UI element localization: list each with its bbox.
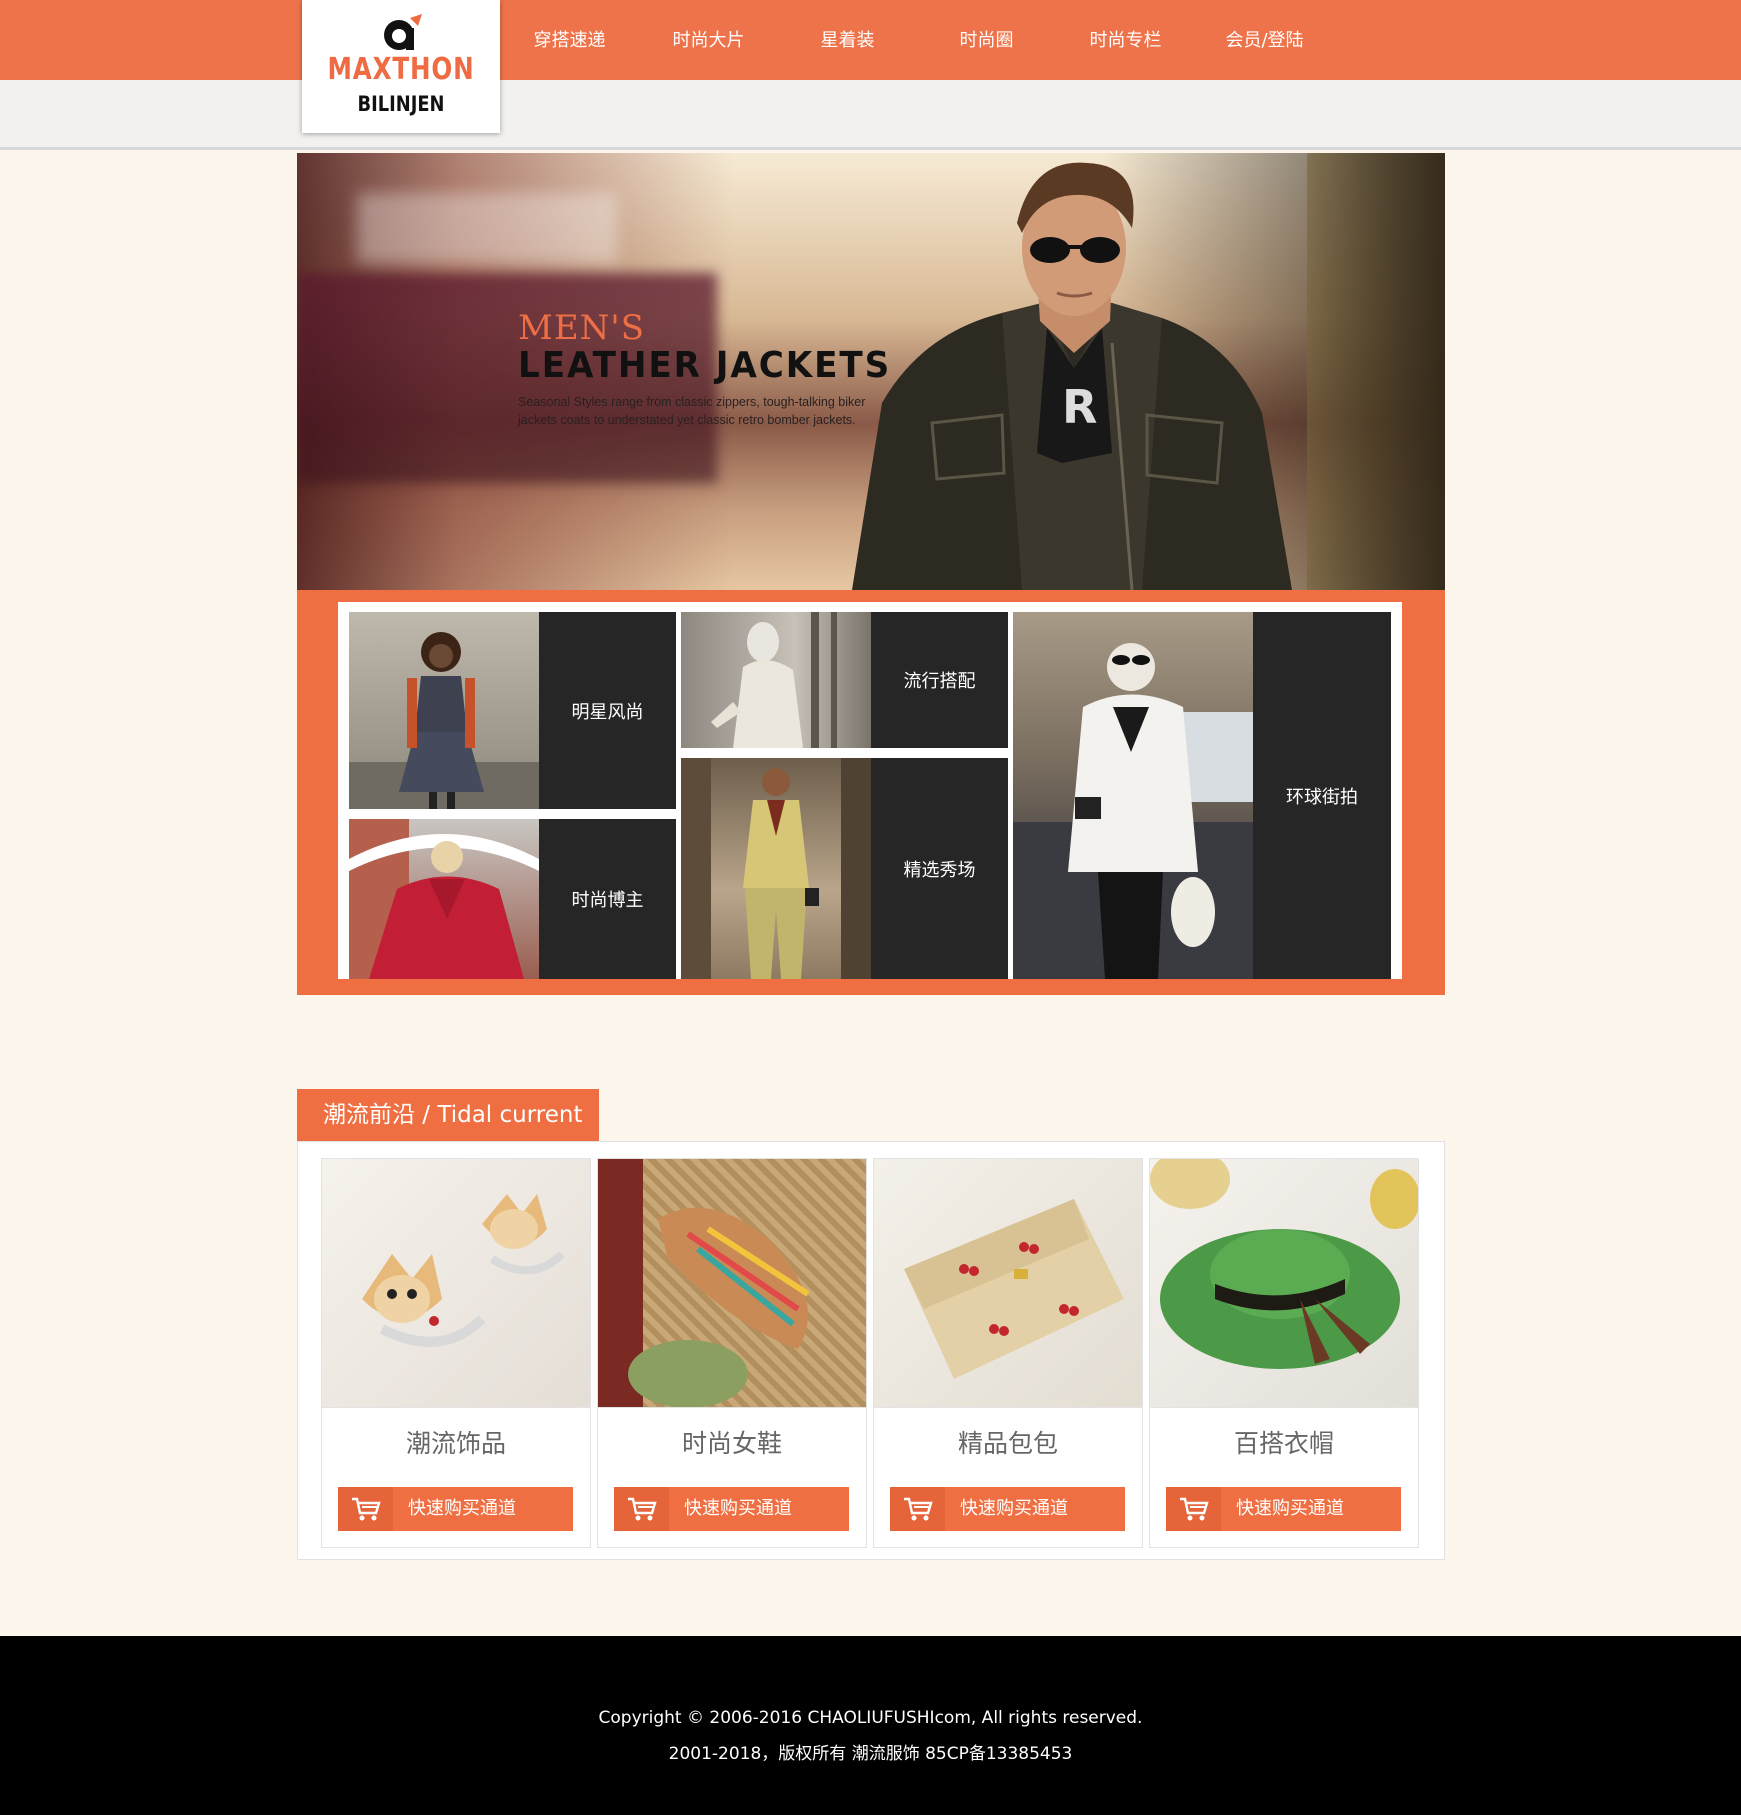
shopping-cart-icon bbox=[1166, 1487, 1221, 1531]
nav-item-outfit-express[interactable]: 穿搭速递 bbox=[500, 0, 639, 80]
banner-description: Seasonal Styles range from classic zippe… bbox=[518, 395, 866, 427]
category-mosaic: 明星风尚 流行搭配 环球街拍 时尚博主 精选秀场 bbox=[297, 590, 1445, 995]
shopping-cart-icon bbox=[338, 1487, 393, 1531]
banner-kicker: MEN'S bbox=[518, 308, 646, 348]
category-label-trend-match: 流行搭配 bbox=[903, 671, 976, 692]
category-tile-fashion-blogger[interactable]: 时尚博主 bbox=[349, 819, 676, 979]
header-sub-bar bbox=[0, 80, 1741, 150]
shopping-cart-icon bbox=[890, 1487, 945, 1531]
quick-buy-label: 快速购买通道 bbox=[684, 1498, 792, 1519]
category-tile-trend-match[interactable]: 流行搭配 bbox=[681, 612, 1008, 748]
quick-buy-label: 快速购买通道 bbox=[960, 1498, 1068, 1519]
product-card-hats[interactable]: 百搭衣帽 快速购买通道 bbox=[1149, 1158, 1419, 1548]
quick-buy-label: 快速购买通道 bbox=[1236, 1498, 1344, 1519]
category-image-global-street bbox=[1013, 612, 1253, 979]
logo-brand-name: MAXTHON bbox=[327, 52, 475, 87]
product-card-bags[interactable]: 精品包包 快速购买通道 bbox=[873, 1158, 1143, 1548]
shopping-cart-icon bbox=[614, 1487, 669, 1531]
quick-buy-label: 快速购买通道 bbox=[408, 1498, 516, 1519]
category-label-star-style: 明星风尚 bbox=[571, 701, 644, 723]
category-image-trend-match bbox=[681, 612, 871, 748]
product-image-sandals bbox=[598, 1159, 866, 1408]
logo-mark-icon bbox=[384, 14, 422, 50]
banner-headline: LEATHER JACKETS bbox=[518, 345, 892, 386]
section-title-tidal-current: 潮流前沿 / Tidal current bbox=[297, 1089, 599, 1141]
product-card-accessories[interactable]: 潮流饰品 快速购买通道 bbox=[321, 1158, 591, 1548]
category-label-fashion-blogger: 时尚博主 bbox=[571, 890, 644, 911]
product-image-fox-earrings bbox=[322, 1159, 590, 1408]
product-section: 潮流饰品 快速购买通道 时尚女鞋 快速购买通道 精品包包 快速购买通道 百搭衣帽… bbox=[297, 1141, 1445, 1560]
category-mosaic-inner: 明星风尚 流行搭配 环球街拍 时尚博主 精选秀场 bbox=[338, 602, 1402, 979]
category-label-global-street: 环球街拍 bbox=[1286, 786, 1358, 808]
category-label-selected-show: 精选秀场 bbox=[903, 859, 976, 881]
quick-buy-button[interactable]: 快速购买通道 bbox=[338, 1487, 573, 1531]
quick-buy-button[interactable]: 快速购买通道 bbox=[890, 1487, 1125, 1531]
category-tile-selected-show[interactable]: 精选秀场 bbox=[681, 758, 1008, 979]
quick-buy-button[interactable]: 快速购买通道 bbox=[1166, 1487, 1401, 1531]
site-logo[interactable]: MAXTHON BILINJEN bbox=[302, 0, 500, 133]
nav-item-fashion-blockbuster[interactable]: 时尚大片 bbox=[639, 0, 778, 80]
category-image-fashion-blogger bbox=[349, 819, 539, 979]
svg-text:R: R bbox=[1062, 380, 1097, 434]
quick-buy-button[interactable]: 快速购买通道 bbox=[614, 1487, 849, 1531]
product-title: 时尚女鞋 bbox=[681, 1429, 782, 1458]
product-image-straw-bag bbox=[874, 1159, 1142, 1408]
hero-banner[interactable]: R MEN'S LEATHER JACKETS Seasonal Styles … bbox=[297, 153, 1445, 590]
category-tile-global-street[interactable]: 环球街拍 bbox=[1013, 612, 1391, 979]
banner-background-light bbox=[357, 193, 617, 263]
logo-brand-sub: BILINJEN bbox=[357, 92, 445, 116]
nav-item-fashion-circle[interactable]: 时尚圈 bbox=[917, 0, 1056, 80]
product-title: 百搭衣帽 bbox=[1233, 1429, 1334, 1458]
nav-item-star-outfit[interactable]: 星着装 bbox=[778, 0, 917, 80]
product-title: 潮流饰品 bbox=[405, 1429, 506, 1458]
category-tile-star-style[interactable]: 明星风尚 bbox=[349, 612, 676, 809]
footer-record: 2001-2018，版权所有 潮流服饰 85CP备13385453 bbox=[668, 1744, 1073, 1764]
category-image-selected-show bbox=[681, 758, 871, 979]
category-image-star-style bbox=[349, 612, 539, 809]
nav-item-fashion-column[interactable]: 时尚专栏 bbox=[1056, 0, 1195, 80]
site-footer: Copyright © 2006-2016 CHAOLIUFUSHIcom, A… bbox=[0, 1636, 1741, 1815]
main-nav: 穿搭速递 时尚大片 星着装 时尚圈 时尚专栏 会员/登陆 bbox=[500, 0, 1334, 80]
product-card-women-shoes[interactable]: 时尚女鞋 快速购买通道 bbox=[597, 1158, 867, 1548]
footer-copyright: Copyright © 2006-2016 CHAOLIUFUSHIcom, A… bbox=[598, 1708, 1143, 1728]
product-image-green-hat bbox=[1150, 1159, 1418, 1408]
product-title: 精品包包 bbox=[957, 1429, 1058, 1458]
nav-item-member-login[interactable]: 会员/登陆 bbox=[1195, 0, 1334, 80]
